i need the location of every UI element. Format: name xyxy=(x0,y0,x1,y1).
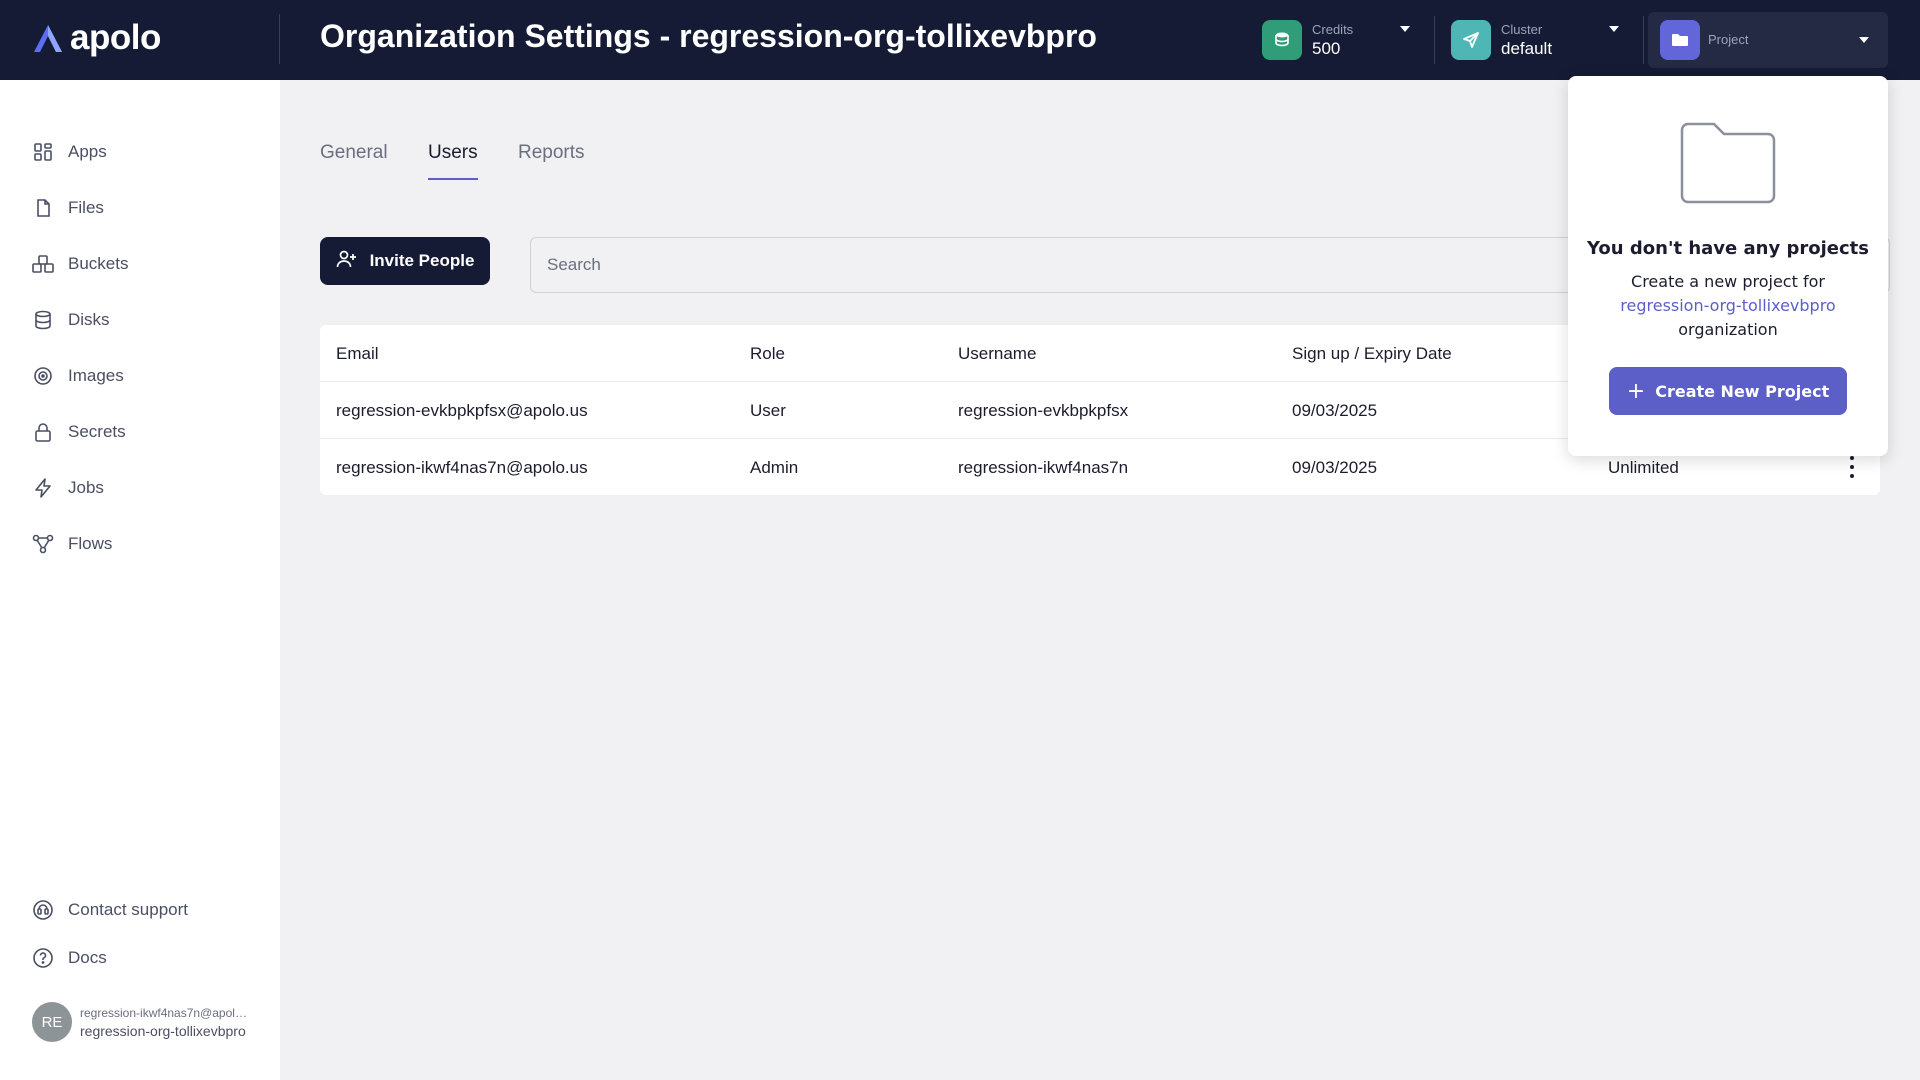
apolo-logo-icon xyxy=(34,25,62,52)
sidebar-item-label: Flows xyxy=(68,534,113,553)
create-new-project-button[interactable]: + Create New Project xyxy=(1609,367,1847,415)
column-header-username: Username xyxy=(958,343,1037,363)
sidebar-item-label: Apps xyxy=(68,142,107,161)
help-circle-icon xyxy=(32,947,54,969)
top-header: apolo Organization Settings - regression… xyxy=(0,0,1920,80)
flow-icon xyxy=(32,533,54,555)
avatar: RE xyxy=(32,1002,72,1042)
sidebar-item-label: Disks xyxy=(68,310,110,329)
headset-icon xyxy=(32,899,54,921)
chevron-down-icon[interactable] xyxy=(1859,37,1869,43)
chevron-down-icon[interactable] xyxy=(1400,26,1410,32)
logo-text: apolo xyxy=(70,18,161,57)
sidebar-item-images[interactable]: Images xyxy=(32,361,124,391)
column-header-date: Sign up / Expiry Date xyxy=(1292,343,1452,363)
user-org: regression-org-tollixevbpro xyxy=(80,1022,246,1039)
user-menu[interactable]: RE regression-ikwf4nas7n@apolo.us regres… xyxy=(32,1002,250,1042)
create-new-project-label: Create New Project xyxy=(1655,381,1830,401)
row-date: 09/03/2025 xyxy=(1292,457,1378,477)
header-divider xyxy=(1434,16,1435,64)
column-header-role: Role xyxy=(750,343,785,363)
sidebar-item-buckets[interactable]: Buckets xyxy=(32,249,128,279)
lightning-icon xyxy=(32,477,54,499)
apps-grid-icon xyxy=(32,141,54,163)
sidebar: Apps Files Buckets Disks Images Secrets xyxy=(0,80,280,1080)
add-user-icon xyxy=(336,249,358,274)
row-role: Admin xyxy=(750,457,799,477)
header-divider xyxy=(279,14,280,64)
sidebar-item-label: Images xyxy=(68,366,124,385)
credits-value: 500 xyxy=(1312,38,1341,58)
sidebar-item-apps[interactable]: Apps xyxy=(32,137,107,167)
sidebar-item-flows[interactable]: Flows xyxy=(32,529,112,559)
project-popover: You don't have any projects Create a new… xyxy=(1568,76,1888,456)
sidebar-item-label: Secrets xyxy=(68,422,126,441)
credits-selector[interactable]: Credits 500 xyxy=(1262,12,1353,68)
disk-icon xyxy=(32,309,54,331)
plus-icon: + xyxy=(1626,378,1646,404)
empty-state-text: organization xyxy=(1678,320,1778,339)
sidebar-item-jobs[interactable]: Jobs xyxy=(32,473,104,503)
tab-general[interactable]: General xyxy=(320,142,388,182)
credits-label: Credits xyxy=(1312,21,1354,37)
row-email: regression-ikwf4nas7n@apolo.us xyxy=(336,457,588,477)
file-icon xyxy=(32,197,54,219)
apolo-logo[interactable]: apolo xyxy=(30,18,161,58)
row-email: regression-evkbpkpfsx@apolo.us xyxy=(336,400,588,420)
contact-support-link[interactable]: Contact support xyxy=(32,895,188,925)
cluster-label: Cluster xyxy=(1501,21,1543,37)
row-username: regression-evkbpkpfsx xyxy=(958,400,1129,420)
row-username: regression-ikwf4nas7n xyxy=(958,457,1129,477)
invite-people-label: Invite People xyxy=(369,251,475,270)
tab-users[interactable]: Users xyxy=(428,142,478,182)
column-header-email: Email xyxy=(336,343,379,363)
sidebar-item-label: Jobs xyxy=(68,478,104,497)
row-more-icon[interactable] xyxy=(1848,456,1856,478)
sidebar-item-disks[interactable]: Disks xyxy=(32,305,110,335)
cluster-selector[interactable]: Cluster default xyxy=(1451,12,1552,68)
tab-reports[interactable]: Reports xyxy=(518,142,585,182)
user-email: regression-ikwf4nas7n@apolo.us xyxy=(80,1005,250,1020)
send-icon xyxy=(1451,20,1491,60)
coins-icon xyxy=(1262,20,1302,60)
chevron-down-icon[interactable] xyxy=(1609,26,1619,32)
cluster-value: default xyxy=(1501,38,1553,58)
docs-link[interactable]: Docs xyxy=(32,943,107,973)
header-divider xyxy=(1643,16,1644,64)
empty-state-title: You don't have any projects xyxy=(1587,238,1869,259)
sidebar-item-secrets[interactable]: Secrets xyxy=(32,417,126,447)
org-link[interactable]: regression-org-tollixevbpro xyxy=(1620,296,1835,315)
docs-label: Docs xyxy=(68,948,107,967)
project-label: Project xyxy=(1708,32,1749,47)
bucket-icon xyxy=(32,253,54,275)
lock-icon xyxy=(32,421,54,443)
row-date: 09/03/2025 xyxy=(1292,400,1378,420)
sidebar-item-label: Buckets xyxy=(68,254,129,273)
empty-folder-icon xyxy=(1679,120,1777,211)
image-icon xyxy=(32,365,54,387)
sidebar-item-label: Files xyxy=(68,198,104,217)
folder-icon xyxy=(1660,20,1700,60)
contact-support-label: Contact support xyxy=(68,900,189,919)
sidebar-item-files[interactable]: Files xyxy=(32,193,104,223)
row-role: User xyxy=(750,400,786,420)
invite-people-button[interactable]: Invite People xyxy=(320,237,490,285)
empty-state-text: Create a new project for xyxy=(1631,272,1825,291)
page-title: Organization Settings - regression-org-t… xyxy=(320,18,1097,54)
project-selector[interactable]: Project xyxy=(1648,12,1888,68)
